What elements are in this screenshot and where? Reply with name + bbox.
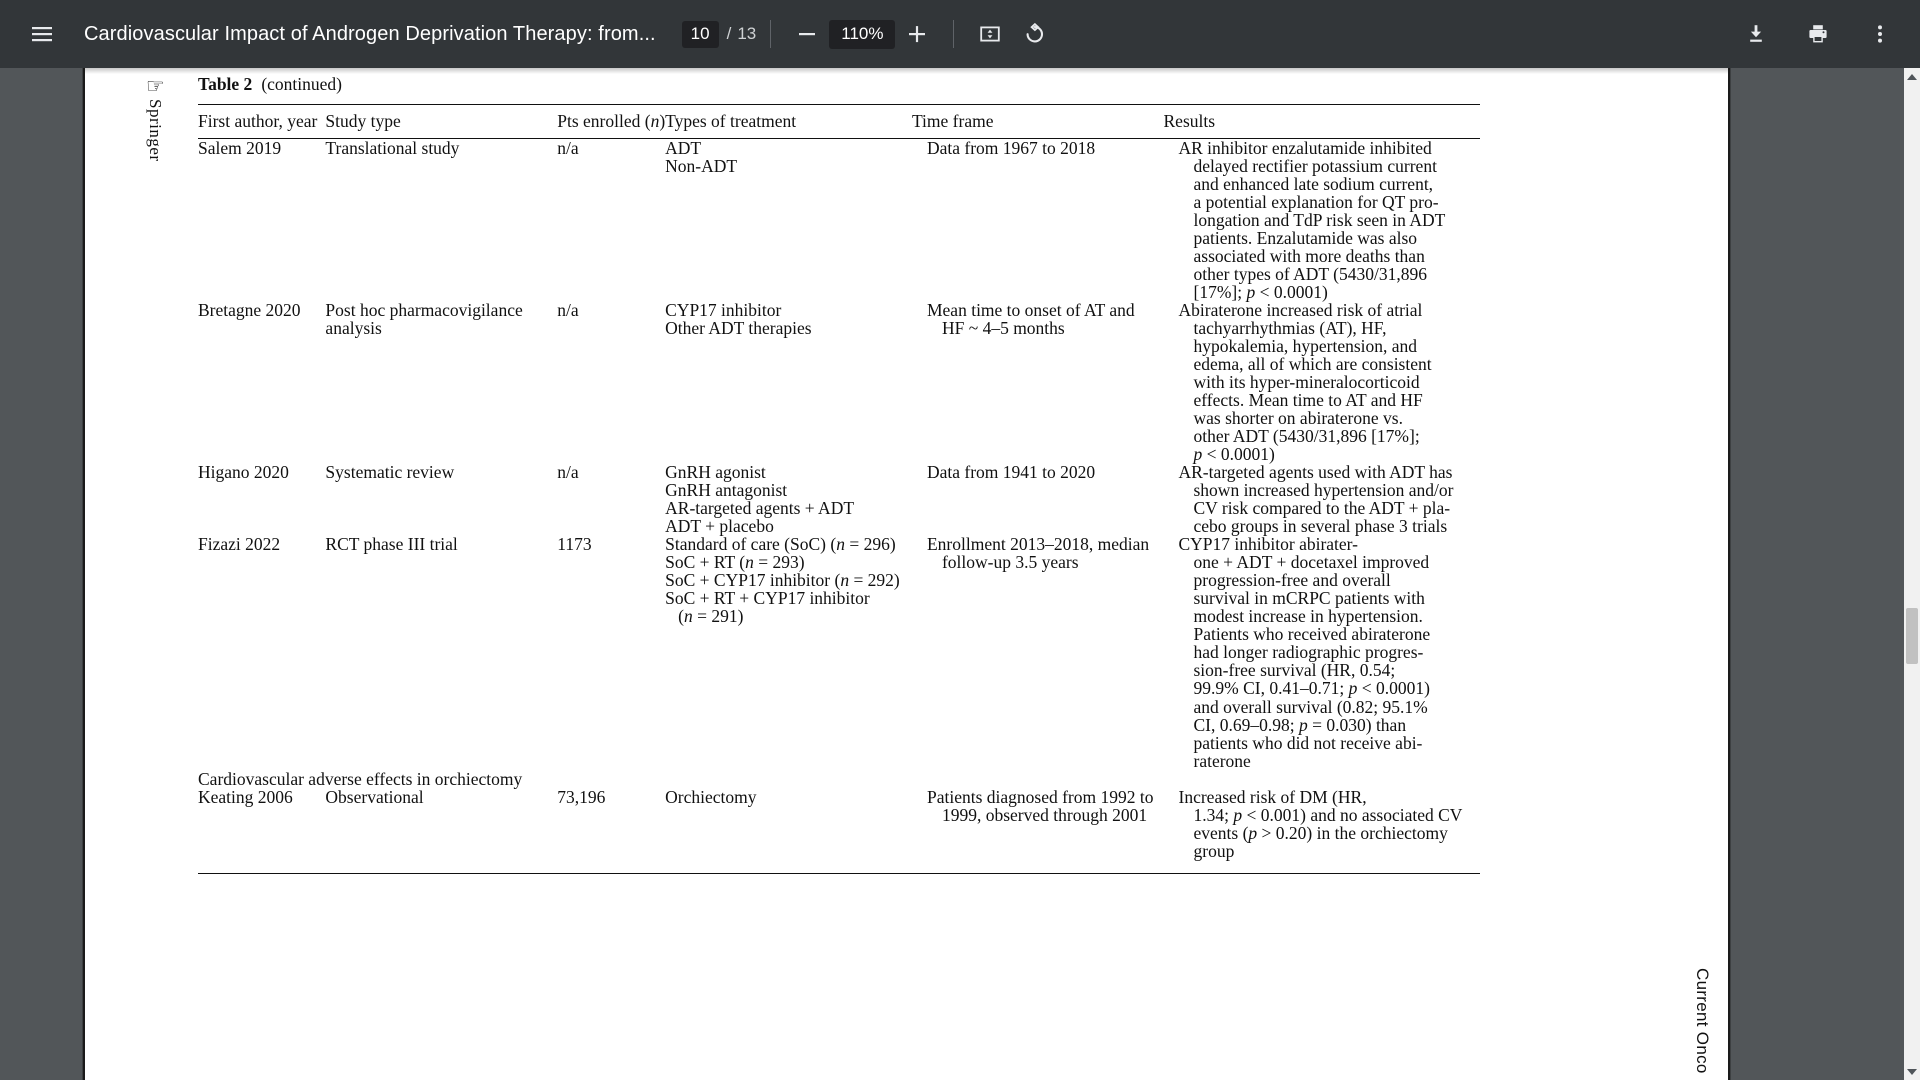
zoom-controls: 110% xyxy=(785,12,939,56)
table-content: Table 2 (continued) First author, year St… xyxy=(198,68,1538,874)
cell-results: AR-targeted agents used with ADT has show… xyxy=(1178,462,1454,537)
cell-study-type: RCT phase III trial xyxy=(325,534,458,555)
col-header-results: Results xyxy=(1163,103,1480,140)
cell-results: Abiraterone increased risk of atrial tach… xyxy=(1178,300,1432,465)
toolbar-divider-1 xyxy=(770,20,772,48)
springer-side-mark: ☞ Springer xyxy=(145,76,175,162)
cell-author: Keating 2006 xyxy=(198,786,293,807)
col-header-treatment: Types of treatment xyxy=(665,103,912,140)
page-number-input[interactable]: 10 xyxy=(681,20,719,48)
cell-pts-enrolled: 73,196 xyxy=(557,786,606,807)
print-icon[interactable] xyxy=(1796,12,1840,56)
col-header-study: Study type xyxy=(325,103,558,140)
journal-side-mark: Current Onco xyxy=(1693,968,1712,1074)
table-head: First author, year Study type Pts enroll… xyxy=(198,103,1480,140)
table-caption: Table 2 (continued) xyxy=(198,74,1538,95)
cell-results: AR inhibitor enzalutamide inhibited delay… xyxy=(1178,138,1446,303)
table-section-heading-row: Cardiovascular adverse effects in orchie… xyxy=(198,770,1480,788)
download-icon[interactable] xyxy=(1734,12,1778,56)
table-caption-note: (continued) xyxy=(261,74,342,94)
cell-pts-enrolled: n/a xyxy=(557,138,579,159)
cell-pts-enrolled: n/a xyxy=(557,300,579,321)
table-row: Bretagne 2020 Post hoc pharmacovigilance … xyxy=(198,301,1480,463)
table-caption-label: Table 2 xyxy=(198,74,253,94)
table-row: Keating 2006 Observational 73,196 Orchiecto… xyxy=(198,788,1480,860)
cell-treatment: GnRH agonist GnRH antagonist AR-targeted a… xyxy=(665,462,855,537)
zoom-level-value[interactable]: 110% xyxy=(829,19,896,49)
vertical-scrollbar[interactable] xyxy=(1904,68,1920,1080)
table-row: Fizazi 2022 RCT phase III trial 1173 Standa… xyxy=(198,535,1480,769)
cell-author: Bretagne 2020 xyxy=(198,300,301,321)
cell-study-type: Post hoc pharmacovigilance analysis xyxy=(325,300,523,339)
cell-author: Higano 2020 xyxy=(198,462,289,483)
page-total: 13 xyxy=(737,24,757,43)
cell-time-frame: Patients diagnosed from 1992 to 1999, obs… xyxy=(926,786,1154,825)
page-left-rule xyxy=(83,68,85,1080)
page-right-rule xyxy=(1728,68,1730,1080)
document-title: Cardiovascular Impact of Androgen Depriv… xyxy=(84,22,656,45)
cell-pts-enrolled: n/a xyxy=(557,462,579,483)
pdf-page[interactable]: ☞ Springer Current Onco Table 2 (continue… xyxy=(83,68,1730,1080)
springer-label: Springer xyxy=(146,99,165,162)
cell-time-frame: Mean time to onset of AT and HF ~ 4–5 mon… xyxy=(926,300,1135,339)
col-header-author: First author, year xyxy=(198,103,326,140)
zoom-in-button[interactable] xyxy=(895,12,939,56)
section-heading: Cardiovascular adverse effects in orchie… xyxy=(198,768,523,789)
scroll-down-arrow-icon[interactable] xyxy=(1904,1063,1920,1080)
table-header-row: First author, year Study type Pts enroll… xyxy=(198,103,1480,140)
hamburger-menu-icon[interactable] xyxy=(20,12,64,56)
zoom-out-button[interactable] xyxy=(785,12,829,56)
pdf-viewer-area[interactable]: ☞ Springer Current Onco Table 2 (continue… xyxy=(0,68,1920,1080)
col-header-pts: Pts enrolled (n) xyxy=(557,103,666,140)
cell-study-type: Translational study xyxy=(325,138,460,159)
cell-treatment: CYP17 inhibitor Other ADT therapies xyxy=(665,300,812,339)
cell-results: Increased risk of DM (HR, 1.34; p < 0.001… xyxy=(1178,786,1463,861)
table-row: Higano 2020 Systematic review n/a GnRH agon… xyxy=(198,463,1480,535)
cell-time-frame: Data from 1967 to 2018 xyxy=(926,138,1096,159)
cell-treatment: Orchiectomy xyxy=(665,786,757,807)
pointing-hand-icon: ☞ xyxy=(146,74,165,98)
cell-study-type: Systematic review xyxy=(325,462,455,483)
scrollbar-thumb[interactable] xyxy=(1906,608,1918,664)
cell-time-frame: Enrollment 2013–2018, median follow-up 3.… xyxy=(926,534,1150,573)
cell-author: Salem 2019 xyxy=(198,138,282,159)
toolbar-divider-2 xyxy=(953,20,955,48)
more-vertical-icon[interactable] xyxy=(1858,12,1902,56)
table-bottom-rule xyxy=(198,872,1480,874)
cell-study-type: Observational xyxy=(325,786,424,807)
rotate-counterclockwise-icon[interactable] xyxy=(1012,12,1056,56)
cell-treatment: ADT Non-ADT xyxy=(665,138,738,177)
cell-time-frame: Data from 1941 to 2020 xyxy=(926,462,1096,483)
cell-treatment: Standard of care (SoC) (n = 296) SoC + RT… xyxy=(665,534,900,627)
data-table: First author, year Study type Pts enroll… xyxy=(198,103,1480,860)
page-indicator: 10 / 13 xyxy=(681,20,757,48)
toolbar-right-actions xyxy=(1716,12,1920,56)
fit-to-page-icon[interactable] xyxy=(968,12,1012,56)
cell-author: Fizazi 2022 xyxy=(198,534,281,555)
pdf-toolbar: Cardiovascular Impact of Androgen Depriv… xyxy=(0,0,1920,68)
cell-results: CYP17 inhibitor abirater-one + ADT + doc… xyxy=(1178,534,1431,771)
scroll-up-arrow-icon[interactable] xyxy=(1904,68,1920,85)
table-row: Salem 2019 Translational study n/a ADT Non-A… xyxy=(198,138,1480,303)
page-separator: / xyxy=(726,24,732,43)
cell-pts-enrolled: 1173 xyxy=(557,534,592,555)
table-body: Salem 2019 Translational study n/a ADT Non-A… xyxy=(198,139,1480,860)
col-header-timeframe: Time frame xyxy=(911,103,1164,140)
